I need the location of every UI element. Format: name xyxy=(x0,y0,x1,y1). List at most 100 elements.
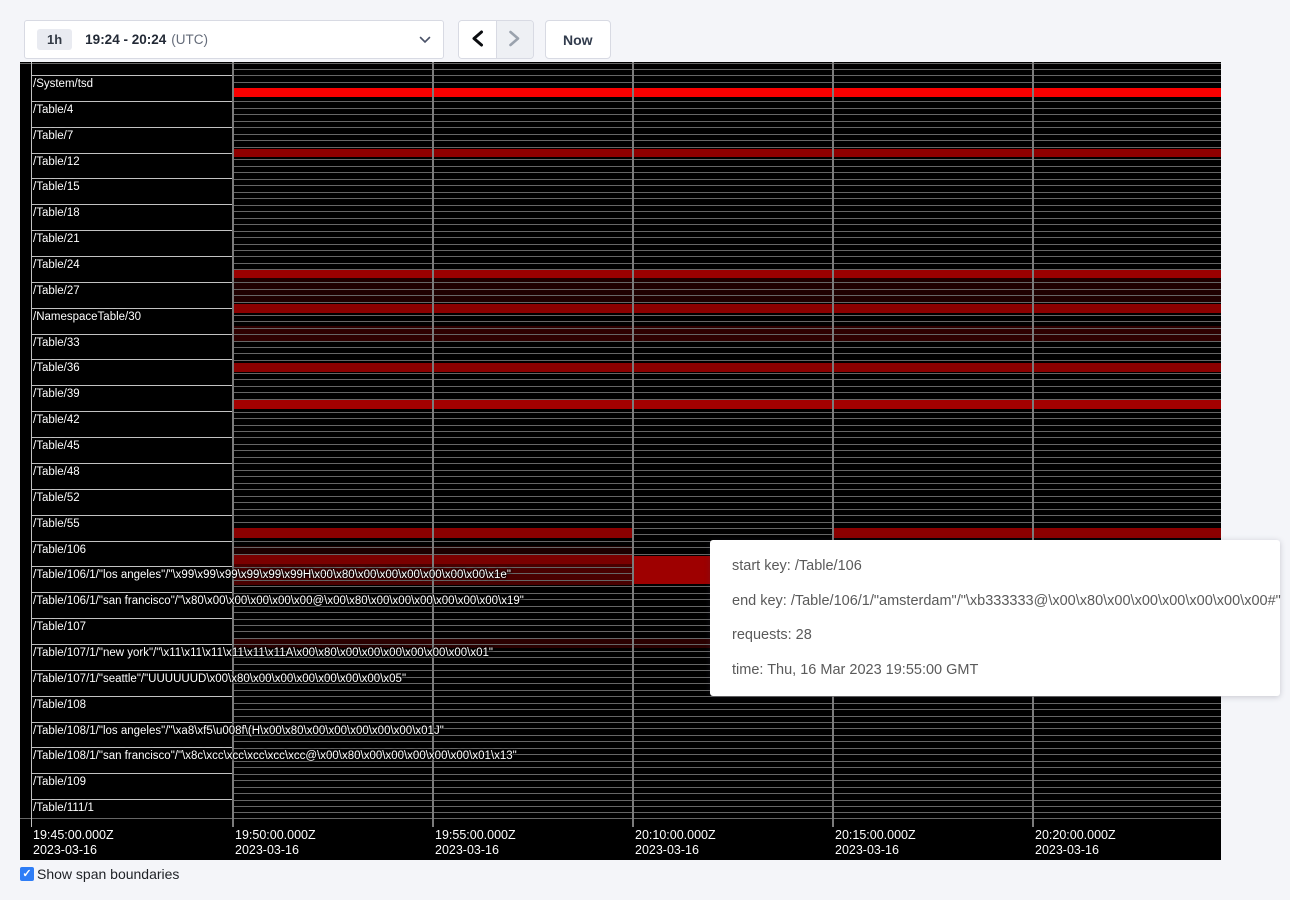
labeled-boundary-line xyxy=(31,670,232,671)
previous-interval-button[interactable] xyxy=(459,21,496,58)
span-boundary-line xyxy=(232,159,1221,160)
row-label: /Table/21 xyxy=(33,233,80,246)
axis-tick-time: 19:45:00.000Z xyxy=(33,828,114,843)
span-boundary-line xyxy=(232,392,1221,393)
span-boundary-line xyxy=(232,179,1221,180)
labeled-boundary-line xyxy=(31,722,232,723)
labeled-boundary-line xyxy=(31,178,232,179)
labeled-boundary-line xyxy=(31,153,232,154)
row-label: /Table/27 xyxy=(33,285,80,298)
now-button[interactable]: Now xyxy=(545,20,611,59)
chart-bottom-edge-line xyxy=(20,818,1221,819)
show-span-boundaries-checkbox[interactable]: ✓ xyxy=(20,867,34,881)
tooltip-start-key: start key: /Table/106 xyxy=(732,558,1258,574)
labeled-boundary-line xyxy=(31,75,232,76)
next-interval-button[interactable] xyxy=(496,21,534,58)
labeled-boundary-line xyxy=(31,515,232,516)
chevron-down-icon xyxy=(419,36,431,44)
axis-tick-time: 20:15:00.000Z xyxy=(835,828,916,843)
span-boundary-line xyxy=(232,185,1221,186)
show-span-boundaries-control: ✓ Show span boundaries xyxy=(20,866,179,882)
span-boundary-line xyxy=(232,450,1221,451)
axis-tick-label: 19:55:00.000Z2023-03-16 xyxy=(435,828,516,858)
row-label: /Table/106 xyxy=(33,544,86,557)
axis-tick-label: 20:15:00.000Z2023-03-16 xyxy=(835,828,916,858)
span-boundary-line xyxy=(232,437,1221,438)
row-label: /Table/7 xyxy=(33,130,73,143)
row-label: /Table/45 xyxy=(33,440,80,453)
span-boundary-line xyxy=(232,237,1221,238)
span-boundary-line xyxy=(232,483,1221,484)
heatmap-band[interactable] xyxy=(232,363,1221,372)
span-boundary-line xyxy=(232,502,1221,503)
span-boundary-line xyxy=(232,470,1221,471)
span-boundary-line xyxy=(232,334,1221,335)
axis-tick-date: 2023-03-16 xyxy=(835,843,916,858)
axis-tick-time: 20:20:00.000Z xyxy=(1035,828,1116,843)
span-boundary-line xyxy=(232,509,1221,510)
row-label: /Table/111/1 xyxy=(33,802,94,815)
span-boundary-line xyxy=(232,263,1221,264)
labeled-boundary-line xyxy=(31,747,232,748)
row-label: /Table/12 xyxy=(33,156,80,169)
span-boundary-line xyxy=(232,360,1221,361)
labeled-boundary-line xyxy=(31,282,232,283)
duration-badge: 1h xyxy=(37,29,72,50)
span-boundary-line xyxy=(232,741,1221,742)
time-range-selector[interactable]: 1h 19:24 - 20:24 (UTC) xyxy=(24,20,444,59)
heatmap-band[interactable] xyxy=(232,304,1221,313)
key-visualizer-heatmap[interactable]: /System/tsd/Table/4/Table/7/Table/12/Tab… xyxy=(20,62,1221,860)
span-boundary-line xyxy=(232,211,1221,212)
axis-tick-date: 2023-03-16 xyxy=(1035,843,1116,858)
span-boundary-line xyxy=(232,457,1221,458)
axis-tick-date: 2023-03-16 xyxy=(635,843,716,858)
span-boundary-line xyxy=(232,780,1221,781)
span-boundary-line xyxy=(232,82,1221,83)
axis-tick-date: 2023-03-16 xyxy=(33,843,114,858)
tooltip-time: time: Thu, 16 Mar 2023 19:55:00 GMT xyxy=(732,662,1258,678)
row-label: /System/tsd xyxy=(33,78,93,91)
span-boundary-line xyxy=(232,302,1221,303)
span-boundary-line xyxy=(232,328,1221,329)
axis-tick-label: 20:10:00.000Z2023-03-16 xyxy=(635,828,716,858)
span-boundary-line xyxy=(232,192,1221,193)
labeled-boundary-line xyxy=(31,773,232,774)
span-boundary-line xyxy=(232,353,1221,354)
column-grid-line xyxy=(1032,62,1034,827)
checkmark-icon: ✓ xyxy=(22,869,31,880)
span-boundary-line xyxy=(232,373,1221,374)
span-boundary-line xyxy=(232,250,1221,251)
heatmap-band[interactable] xyxy=(832,528,1221,538)
span-boundary-line xyxy=(232,347,1221,348)
span-boundary-line xyxy=(232,198,1221,199)
span-boundary-line xyxy=(232,127,1221,128)
span-boundary-line xyxy=(232,114,1221,115)
labeled-boundary-line xyxy=(31,644,232,645)
column-grid-line xyxy=(432,62,434,827)
row-label: /Table/107 xyxy=(33,621,86,634)
heatmap-band[interactable] xyxy=(232,149,1221,157)
span-boundary-line xyxy=(232,231,1221,232)
row-label: /Table/42 xyxy=(33,414,80,427)
span-boundary-line xyxy=(232,140,1221,141)
span-boundary-line xyxy=(232,172,1221,173)
span-boundary-line xyxy=(232,522,1221,523)
span-boundary-line xyxy=(232,321,1221,322)
span-boundary-line xyxy=(232,696,1221,697)
span-boundary-line xyxy=(232,289,1221,290)
heatmap-band[interactable] xyxy=(232,88,1221,98)
heatmap-band[interactable] xyxy=(232,270,1221,279)
axis-tick-date: 2023-03-16 xyxy=(435,843,516,858)
span-boundary-line xyxy=(232,476,1221,477)
span-boundary-line xyxy=(232,735,1221,736)
axis-tick-time: 19:55:00.000Z xyxy=(435,828,516,843)
labeled-boundary-line xyxy=(31,411,232,412)
heatmap-band[interactable] xyxy=(232,400,1221,409)
labeled-boundary-line xyxy=(31,489,232,490)
span-boundary-line xyxy=(232,218,1221,219)
span-boundary-line xyxy=(232,147,1221,148)
row-label: /Table/48 xyxy=(33,466,80,479)
tooltip-requests: requests: 28 xyxy=(732,627,1258,643)
span-boundary-line xyxy=(232,787,1221,788)
span-boundary-line xyxy=(232,315,1221,316)
